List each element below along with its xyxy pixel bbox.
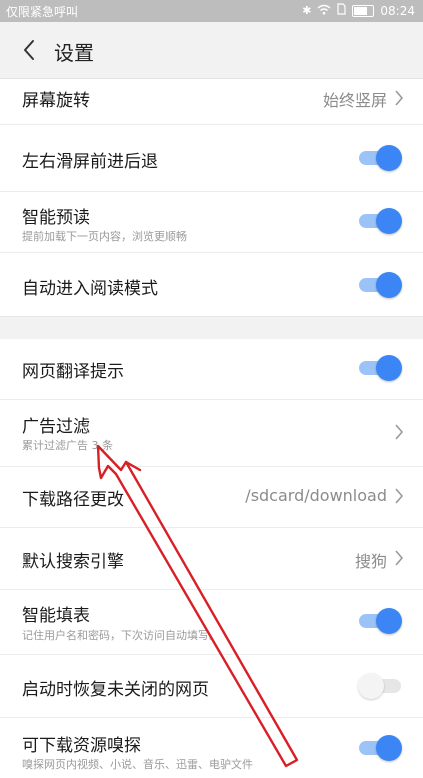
chevron-right-icon xyxy=(395,488,404,504)
setting-label: 屏幕旋转 xyxy=(22,91,90,111)
setting-translate-hint[interactable]: 网页翻译提示 xyxy=(0,339,423,400)
setting-restore-pages[interactable]: 启动时恢复未关闭的网页 xyxy=(0,655,423,718)
setting-smart-fill[interactable]: 智能填表 记住用户名和密码，下次访问自动填写。 xyxy=(0,590,423,655)
setting-label: 下载路径更改 xyxy=(22,490,124,510)
chevron-right-icon xyxy=(395,90,404,106)
setting-label: 网页翻译提示 xyxy=(22,362,124,382)
setting-resource-sniff[interactable]: 可下载资源嗅探 嗅探网页内视频、小说、音乐、迅雷、电驴文件 xyxy=(0,718,423,778)
resource-sniff-toggle[interactable] xyxy=(359,735,402,761)
setting-label: 智能填表 xyxy=(22,606,90,626)
status-bar: 仅限紧急呼叫 ✱ 08:24 xyxy=(0,0,423,22)
clock: 08:24 xyxy=(380,3,415,18)
smart-fill-toggle[interactable] xyxy=(359,608,402,634)
setting-label: 智能预读 xyxy=(22,208,90,228)
app-header: 设置 xyxy=(0,22,423,79)
chevron-right-icon xyxy=(395,424,404,440)
setting-description: 嗅探网页内视频、小说、音乐、迅雷、电驴文件 xyxy=(22,758,253,771)
wifi-icon xyxy=(317,4,331,18)
setting-label: 启动时恢复未关闭的网页 xyxy=(22,680,209,700)
carrier-text: 仅限紧急呼叫 xyxy=(6,5,79,19)
section-divider xyxy=(0,316,423,340)
chevron-right-icon xyxy=(395,550,404,566)
setting-label: 可下载资源嗅探 xyxy=(22,736,141,756)
setting-swipe-nav[interactable]: 左右滑屏前进后退 xyxy=(0,125,423,192)
setting-search-engine[interactable]: 默认搜索引擎 搜狗 xyxy=(0,528,423,590)
bluetooth-icon: ✱ xyxy=(302,4,312,17)
smart-preload-toggle[interactable] xyxy=(359,208,402,234)
battery-icon xyxy=(352,4,375,17)
sim-icon xyxy=(337,3,347,18)
status-icons: ✱ 08:24 xyxy=(302,3,415,18)
swipe-nav-toggle[interactable] xyxy=(359,145,402,171)
setting-download-path[interactable]: 下载路径更改 /sdcard/download xyxy=(0,467,423,528)
setting-ad-filter[interactable]: 广告过滤 累计过滤广告 3 条 xyxy=(0,400,423,467)
setting-label: 左右滑屏前进后退 xyxy=(22,152,158,172)
setting-description: 记住用户名和密码，下次访问自动填写。 xyxy=(22,629,220,642)
page-title: 设置 xyxy=(54,41,94,65)
auto-read-mode-toggle[interactable] xyxy=(359,272,402,298)
setting-value: /sdcard/download xyxy=(245,486,387,505)
setting-label: 自动进入阅读模式 xyxy=(22,279,158,299)
setting-screen-rotation[interactable]: 屏幕旋转 始终竖屏 xyxy=(0,79,423,125)
setting-label: 默认搜索引擎 xyxy=(22,552,124,572)
restore-pages-toggle[interactable] xyxy=(358,673,401,699)
setting-smart-preload[interactable]: 智能预读 提前加载下一页内容，浏览更顺畅 xyxy=(0,192,423,253)
setting-auto-read-mode[interactable]: 自动进入阅读模式 xyxy=(0,253,423,316)
setting-value: 始终竖屏 xyxy=(322,91,387,110)
setting-value: 搜狗 xyxy=(354,552,387,571)
setting-description: 提前加载下一页内容，浏览更顺畅 xyxy=(22,230,187,243)
translate-hint-toggle[interactable] xyxy=(359,355,402,381)
setting-label: 广告过滤 xyxy=(22,417,90,437)
setting-description: 累计过滤广告 3 条 xyxy=(22,439,113,452)
back-arrow-icon[interactable] xyxy=(16,36,44,64)
